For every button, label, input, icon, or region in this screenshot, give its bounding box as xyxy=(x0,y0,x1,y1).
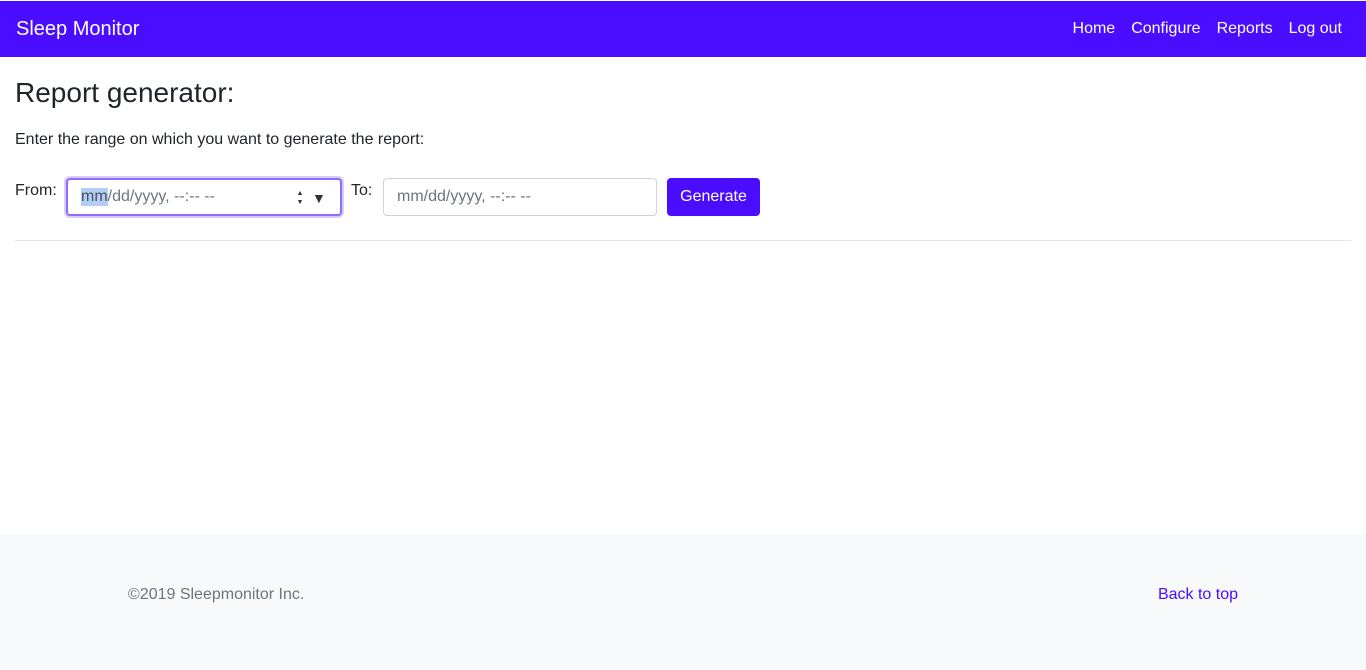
page-title: Report generator: xyxy=(15,77,235,108)
to-label: To: xyxy=(351,182,373,199)
nav-link-logout[interactable]: Log out xyxy=(1289,19,1342,39)
from-datetime-input[interactable]: mm/dd/yyyy, --:-- -- ▲ ▼ ▼ xyxy=(66,178,342,216)
nav-link-configure[interactable]: Configure xyxy=(1131,19,1200,39)
month-segment[interactable]: mm xyxy=(81,188,108,206)
spinner-control[interactable]: ▲ ▼ xyxy=(294,188,306,208)
generate-button[interactable]: Generate xyxy=(667,178,760,216)
spin-down-icon[interactable]: ▼ xyxy=(297,198,304,207)
nav-link-reports[interactable]: Reports xyxy=(1217,19,1273,39)
copyright-text: ©2019 Sleepmonitor Inc. xyxy=(128,586,305,603)
back-to-top-link[interactable]: Back to top xyxy=(1158,585,1238,605)
from-label: From: xyxy=(15,182,57,199)
to-datetime-input[interactable]: mm/dd/yyyy, --:-- -- xyxy=(383,178,657,216)
spin-up-icon[interactable]: ▲ xyxy=(297,189,304,198)
navbar: Sleep Monitor Home Configure Reports Log… xyxy=(0,1,1366,57)
brand-link[interactable]: Sleep Monitor xyxy=(16,17,139,41)
nav-link-home[interactable]: Home xyxy=(1073,19,1116,39)
dropdown-arrow-icon[interactable]: ▼ xyxy=(312,188,326,208)
nav-links: Home Configure Reports Log out xyxy=(1057,19,1342,39)
intro-text: Enter the range on which you want to gen… xyxy=(15,131,425,148)
footer: ©2019 Sleepmonitor Inc. Back to top xyxy=(0,534,1366,670)
to-placeholder: mm/dd/yyyy, --:-- -- xyxy=(397,188,531,205)
datetime-rest: /dd/yyyy, --:-- -- xyxy=(107,188,215,205)
divider xyxy=(15,240,1351,241)
